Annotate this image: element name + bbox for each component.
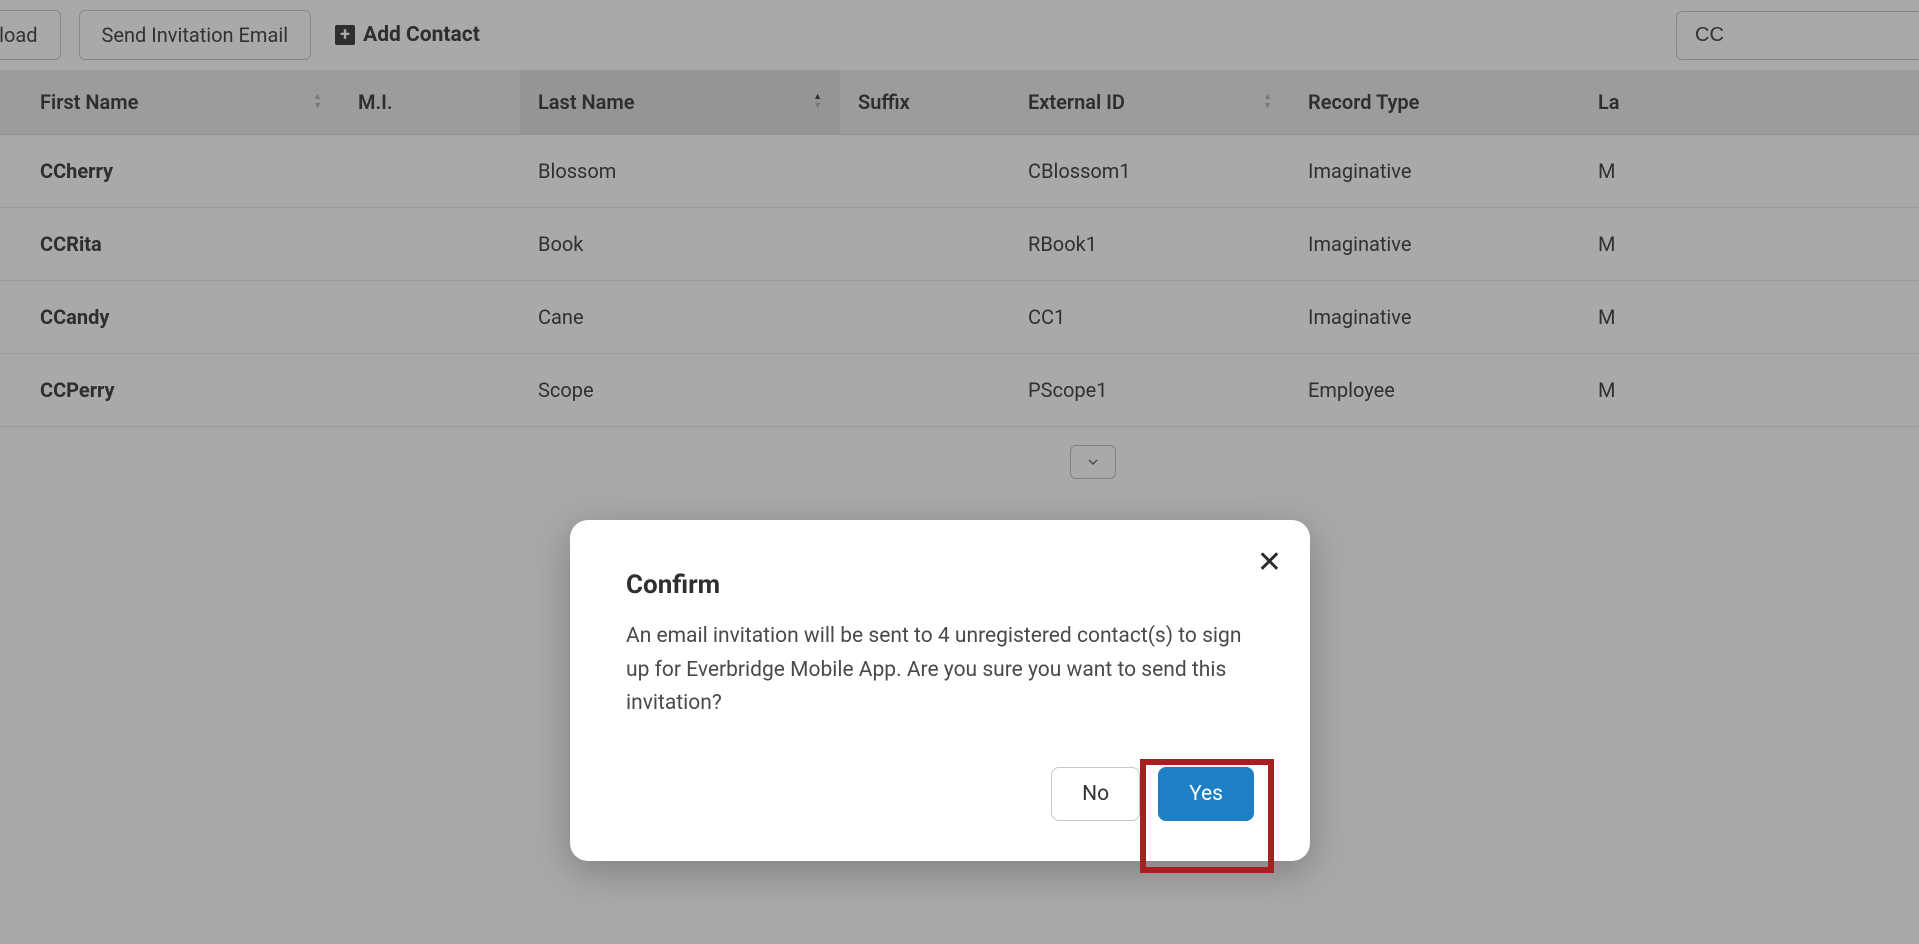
modal-body-text: An email invitation will be sent to 4 un… [626, 620, 1254, 721]
modal-overlay[interactable]: ✕ Confirm An email invitation will be se… [0, 0, 1919, 944]
modal-footer: No Yes [626, 767, 1254, 821]
close-button[interactable]: ✕ [1257, 548, 1282, 578]
yes-button[interactable]: Yes [1158, 767, 1254, 821]
confirm-modal: ✕ Confirm An email invitation will be se… [570, 520, 1310, 861]
no-button[interactable]: No [1051, 767, 1140, 821]
modal-title: Confirm [626, 570, 1254, 600]
close-icon: ✕ [1257, 545, 1282, 580]
